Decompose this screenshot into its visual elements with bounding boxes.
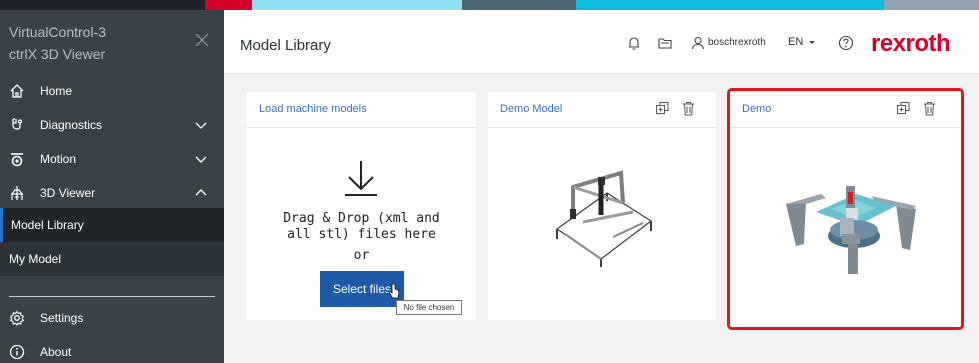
home-icon xyxy=(8,82,26,100)
sidebar-item-3d-viewer[interactable]: 3D Viewer xyxy=(0,176,224,210)
user-icon[interactable] xyxy=(690,35,706,51)
color-strip-segment xyxy=(252,0,462,10)
selection-highlight xyxy=(727,88,964,330)
sidebar-subitem-model-library[interactable]: Model Library xyxy=(0,208,224,242)
language-selector[interactable]: EN xyxy=(788,36,803,48)
sidebar-item-diagnostics[interactable]: Diagnostics xyxy=(0,108,224,142)
card-title: Demo Model xyxy=(500,103,563,115)
drop-hint-line2: all stl) files here xyxy=(287,227,436,242)
sidebar-subitem-label: My Model xyxy=(9,252,62,266)
sidebar-subitem-my-model[interactable]: My Model xyxy=(0,242,224,276)
diagnostics-icon xyxy=(8,116,26,134)
help-icon[interactable] xyxy=(838,35,854,51)
sidebar-item-label: 3D Viewer xyxy=(40,186,96,200)
model-preview-gantry xyxy=(555,170,653,267)
card-title: Load machine models xyxy=(259,103,367,115)
info-icon xyxy=(8,343,26,361)
trash-icon[interactable] xyxy=(681,101,696,116)
page-title: Model Library xyxy=(240,37,331,54)
sidebar-item-settings[interactable]: Settings xyxy=(0,301,224,335)
drop-hint-line1: Drag & Drop (xml and xyxy=(283,211,440,226)
color-strip-segment xyxy=(0,0,205,10)
sidebar-item-motion[interactable]: Motion xyxy=(0,142,224,176)
cursor-pointer-icon xyxy=(388,283,400,299)
color-strip-segment xyxy=(205,0,252,10)
top-header: Model Library boschrexroth EN rexroth xyxy=(224,10,979,74)
settings-icon xyxy=(8,309,26,327)
copy-icon[interactable] xyxy=(655,101,670,116)
bell-icon[interactable] xyxy=(626,35,642,51)
sidebar-header: VirtualControl-3 ctrlX 3D Viewer xyxy=(0,10,224,74)
color-strip-segment xyxy=(462,0,576,10)
chevron-up-icon[interactable] xyxy=(194,186,208,200)
model-card-demo-model[interactable]: Demo Model xyxy=(488,92,716,320)
file-input-tooltip: No file chosen xyxy=(396,300,462,315)
app-name: ctrlX 3D Viewer xyxy=(9,46,106,62)
sidebar-divider xyxy=(9,296,215,297)
caret-down-icon[interactable] xyxy=(807,37,817,47)
3d-viewer-icon xyxy=(8,184,26,202)
open-folder-icon[interactable] xyxy=(657,35,673,51)
sidebar-item-about[interactable]: About xyxy=(0,335,224,363)
sidebar-item-label: Diagnostics xyxy=(40,118,103,132)
drop-hint-or: or xyxy=(353,248,370,263)
card-header: Demo Model xyxy=(488,92,716,128)
sidebar-item-label: Settings xyxy=(40,311,84,325)
sidebar-subitem-label: Model Library xyxy=(11,218,84,232)
device-name: VirtualControl-3 xyxy=(9,24,107,40)
color-strip-segment xyxy=(576,0,884,10)
brand-logo: rexroth xyxy=(871,30,951,57)
chevron-down-icon[interactable] xyxy=(194,152,208,166)
sidebar-item-label: Motion xyxy=(40,152,77,166)
download-arrow-icon xyxy=(345,161,377,196)
sidebar: VirtualControl-3 ctrlX 3D Viewer Home Di… xyxy=(0,10,224,363)
brand-color-strip xyxy=(0,0,979,10)
card-header: Load machine models xyxy=(247,92,476,128)
close-icon[interactable] xyxy=(194,32,210,48)
chevron-down-icon[interactable] xyxy=(194,118,208,132)
sidebar-item-label: About xyxy=(40,345,72,359)
sidebar-item-home[interactable]: Home xyxy=(0,74,224,108)
motion-icon xyxy=(8,150,26,168)
color-strip-segment xyxy=(884,0,979,10)
sidebar-item-label: Home xyxy=(40,84,73,98)
username[interactable]: boschrexroth xyxy=(708,37,766,48)
